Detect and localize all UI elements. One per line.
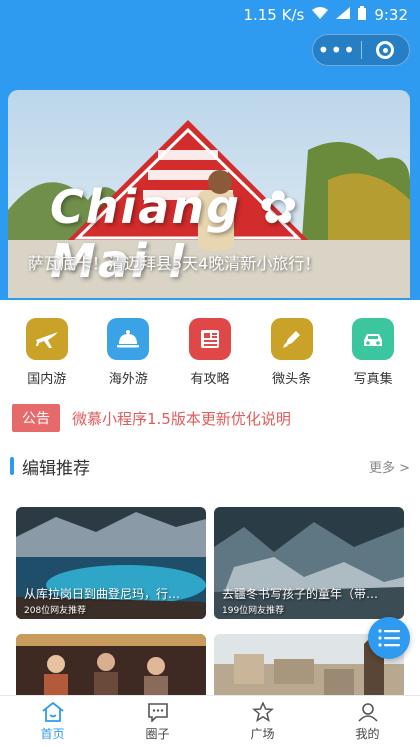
user-icon [357,702,378,722]
status-bar: 1.15 K/s 9:32 [0,0,420,30]
nav-label: 有攻略 [190,372,230,387]
tab-label: 首页 [40,726,65,741]
floating-list-button[interactable] [368,617,410,659]
wifi-icon [312,7,329,23]
miniprogram-capsule: ••• [312,34,410,66]
announcement-bar[interactable]: 公告 微慕小程序1.5版本更新优化说明 [12,404,291,432]
nav-guides[interactable]: 有攻略 [170,318,250,387]
nav-photo-album[interactable]: 写真集 [333,318,413,387]
target-icon [376,41,395,59]
tab-label: 广场 [250,726,275,741]
clock-time: 9:32 [374,6,408,24]
car-icon [352,318,395,360]
announcement-text[interactable]: 微慕小程序1.5版本更新优化说明 [72,408,291,429]
pen-icon [270,318,313,360]
tab-home[interactable]: 首页 [0,696,105,747]
star-icon [251,701,274,722]
bottom-tab-bar: 首页 圈子 广场 我的 [0,695,420,747]
newspaper-icon [188,318,231,360]
card-title: 去疆冬书写孩子的童年（带… [222,587,379,601]
recommend-card[interactable]: 从库拉岗日到曲登尼玛，行… 208位网友推荐 [16,507,206,619]
tab-square[interactable]: 广场 [210,696,315,747]
nav-label: 国内游 [27,372,67,387]
nav-overseas-travel[interactable]: 海外游 [88,318,168,387]
card-photo-people [16,634,206,695]
list-icon [378,629,400,647]
home-icon [41,701,64,722]
tab-label: 我的 [355,726,380,741]
more-menu-button[interactable]: ••• [313,35,361,65]
nav-label: 微头条 [272,372,312,387]
card-recommend-count: 199位网友推荐 [222,606,285,616]
tab-label: 圈子 [145,726,170,741]
card-recommend-count: 208位网友推荐 [24,606,87,616]
more-link[interactable]: 更多 > [369,457,410,476]
battery-icon [358,6,367,24]
nav-micro-headlines[interactable]: 微头条 [252,318,332,387]
cloche-icon [107,318,150,360]
section-accent-bar [10,457,14,475]
airplane-icon [25,318,68,360]
category-nav: 国内游 海外游 有攻略 微头条 写真集 [0,318,420,387]
tab-circle[interactable]: 圈子 [105,696,210,747]
section-title: 编辑推荐 [22,458,90,479]
chat-icon [147,702,168,722]
hero-banner[interactable]: Chiang ✿ Mai ! 萨瓦底卡！清迈拜县5天4晚清新小旅行！ [8,90,410,298]
close-miniprogram-button[interactable] [361,41,409,59]
section-header: 编辑推荐 更多 > [10,454,410,479]
tab-mine[interactable]: 我的 [315,696,420,747]
nav-domestic-travel[interactable]: 国内游 [7,318,87,387]
recommend-card[interactable]: 去疆冬书写孩子的童年（带… 199位网友推荐 [214,507,404,619]
announcement-tag: 公告 [12,404,60,432]
card-title: 从库拉岗日到曲登尼玛，行… [24,587,181,601]
nav-label: 写真集 [353,372,393,387]
nav-label: 海外游 [108,372,148,387]
signal-icon [336,7,351,23]
banner-caption: 萨瓦底卡！清迈拜县5天4晚清新小旅行！ [28,254,321,273]
network-speed: 1.15 K/s [243,6,305,24]
recommend-card[interactable] [16,634,206,695]
